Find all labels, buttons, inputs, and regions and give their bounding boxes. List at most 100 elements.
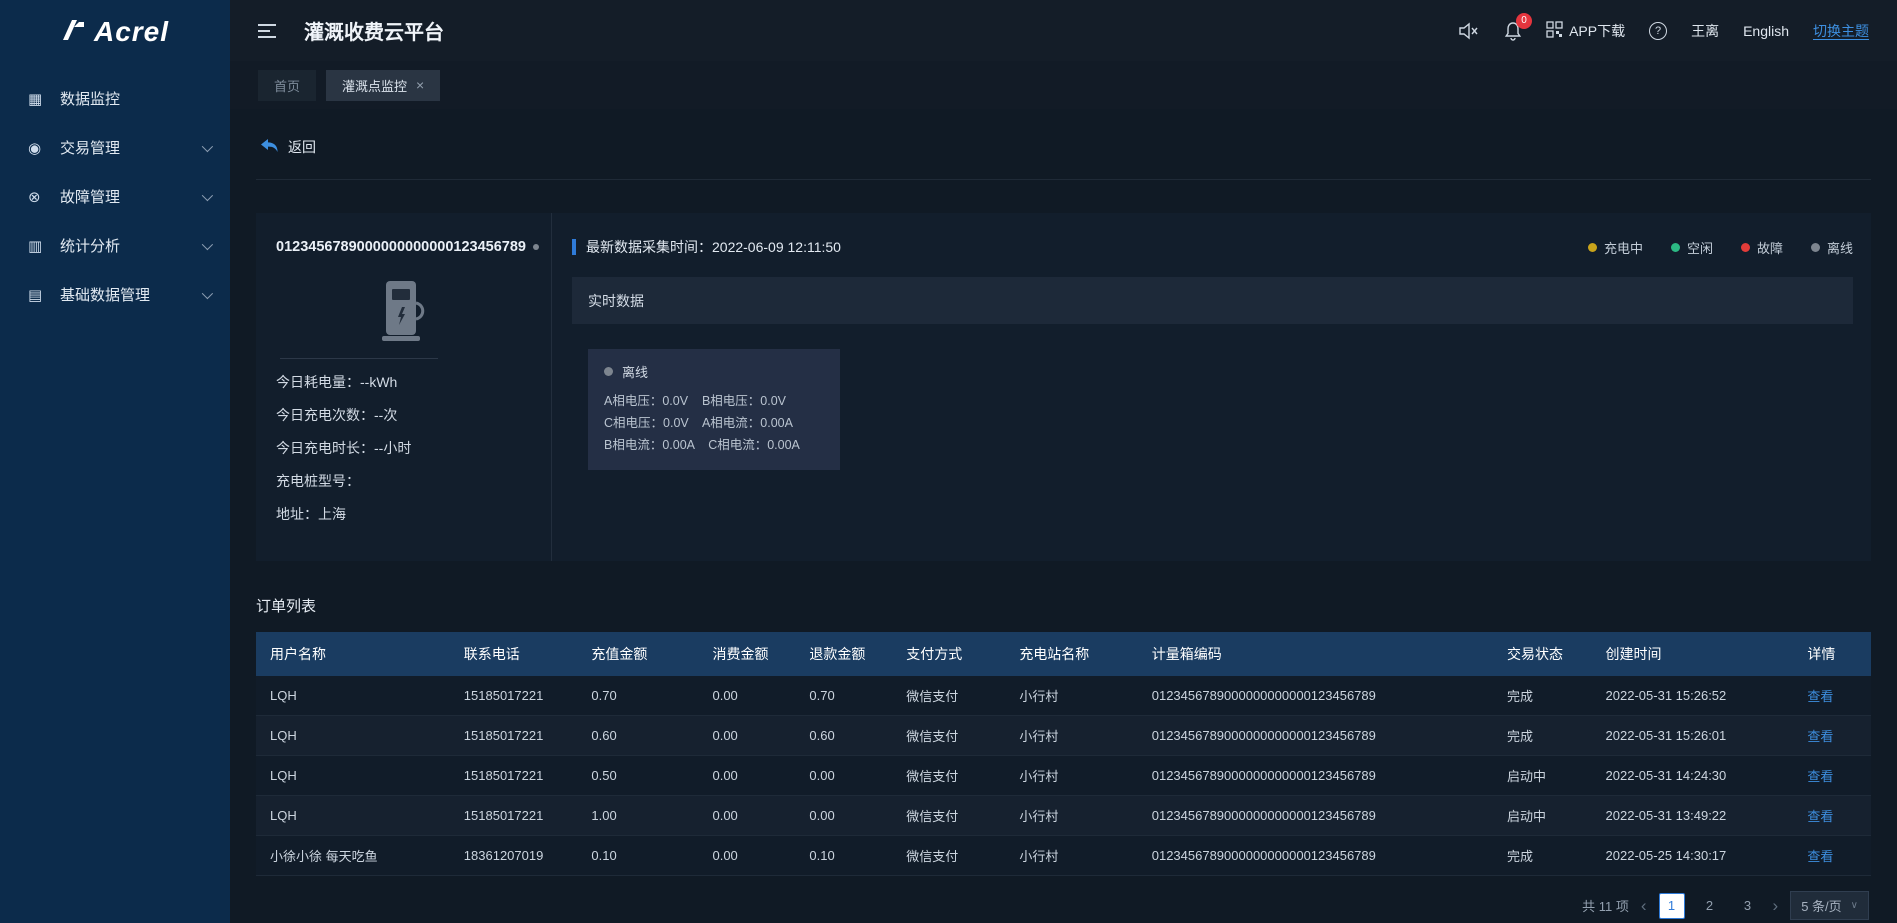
col-created: 创建时间: [1592, 632, 1794, 676]
legend-item: 充电中: [1588, 238, 1643, 257]
close-tab-icon[interactable]: ×: [416, 77, 424, 93]
tab-irrigation-monitor-label: 灌溉点监控: [342, 76, 407, 95]
device-stat-line: 今日耗电量：--kWh: [276, 373, 531, 392]
sidebar-menu-item[interactable]: ▥ 统计分析: [0, 221, 230, 270]
cell-pay: 微信支付: [892, 756, 1005, 796]
page-button-2[interactable]: 2: [1697, 893, 1723, 919]
orders-section: 订单列表 用户名称 联系电话 充值金额 消费金额 退款金额: [256, 595, 1871, 920]
chevron-down-icon: [202, 238, 213, 249]
back-row: 返回: [256, 109, 1871, 180]
tab-irrigation-monitor[interactable]: 灌溉点监控 ×: [326, 70, 440, 101]
back-arrow-icon: [260, 138, 279, 157]
username[interactable]: 王离: [1691, 21, 1719, 41]
cell-station: 小行村: [1005, 796, 1137, 836]
sidebar-menu-item[interactable]: ⊗ 故障管理: [0, 172, 230, 221]
cell-pay: 微信支付: [892, 716, 1005, 756]
menu-item-label: 数据监控: [60, 88, 202, 109]
cell-phone: 15185017221: [450, 756, 578, 796]
qr-code-icon: [1546, 21, 1563, 41]
language-switch[interactable]: English: [1743, 23, 1789, 39]
legend-label: 空闲: [1687, 238, 1713, 257]
cell-status: 完成: [1493, 836, 1592, 876]
realtime-section-title: 实时数据: [572, 277, 1853, 324]
cell-consume: 0.00: [698, 756, 795, 796]
menu-item-icon: ▥: [28, 237, 48, 255]
legend-item: 故障: [1741, 238, 1783, 257]
menu-item-label: 交易管理: [60, 137, 202, 158]
cell-box: 0123456789000000000000123456789: [1138, 796, 1493, 836]
realtime-panel: 最新数据采集时间：2022-06-09 12:11:50 充电中: [552, 213, 1871, 561]
sidebar-menu-item[interactable]: ▤ 基础数据管理: [0, 270, 230, 319]
menu-item-label: 故障管理: [60, 186, 202, 207]
app-download-button[interactable]: APP下载: [1546, 21, 1625, 41]
view-detail-link[interactable]: 查看: [1807, 769, 1833, 784]
sidebar-menu-item[interactable]: ▦ 数据监控: [0, 74, 230, 123]
table-row: LQH 15185017221 1.00 0.00 0.00 微信支付 小行村 …: [256, 796, 1871, 836]
page-size-select[interactable]: 5 条/页 ∨: [1790, 891, 1869, 920]
back-label: 返回: [288, 137, 316, 157]
cell-created: 2022-05-31 13:49:22: [1592, 796, 1794, 836]
sidebar-menu-item[interactable]: ◉ 交易管理: [0, 123, 230, 172]
col-phone: 联系电话: [450, 632, 578, 676]
cell-detail: 查看: [1793, 836, 1871, 876]
menu-item-label: 基础数据管理: [60, 284, 202, 305]
cell-refund: 0.10: [795, 836, 892, 876]
menu-item-icon: ◉: [28, 139, 48, 157]
sidebar-menu: ▦ 数据监控 ◉ 交易管理 ⊗ 故障管理 ▥: [0, 74, 230, 319]
cell-status: 完成: [1493, 676, 1592, 716]
cell-user: LQH: [256, 716, 450, 756]
table-row: LQH 15185017221 0.60 0.00 0.60 微信支付 小行村 …: [256, 716, 1871, 756]
cell-pay: 微信支付: [892, 676, 1005, 716]
cell-box: 0123456789000000000000123456789: [1138, 756, 1493, 796]
menu-item-icon: ▤: [28, 286, 48, 304]
offline-status-label: 离线: [622, 362, 648, 381]
tab-bar: 首页 灌溉点监控 ×: [230, 61, 1897, 109]
cell-status: 启动中: [1493, 756, 1592, 796]
sidebar: Acrel ▦ 数据监控 ◉ 交易管理 ⊗ 故障管理: [0, 0, 230, 923]
prev-page-icon[interactable]: ‹: [1641, 897, 1647, 914]
cell-pay: 微信支付: [892, 836, 1005, 876]
cell-station: 小行村: [1005, 756, 1137, 796]
help-icon[interactable]: ?: [1649, 22, 1667, 40]
mute-icon[interactable]: [1459, 22, 1480, 40]
view-detail-link[interactable]: 查看: [1807, 729, 1833, 744]
notification-badge: 0: [1516, 13, 1532, 29]
cell-consume: 0.00: [698, 836, 795, 876]
cell-box: 0123456789000000000000123456789: [1138, 676, 1493, 716]
cell-refund: 0.00: [795, 796, 892, 836]
cell-consume: 0.00: [698, 796, 795, 836]
collapse-menu-icon[interactable]: [258, 22, 278, 40]
phase-data-line: B相电流：0.00A C相电流：0.00A: [604, 434, 824, 456]
status-legend: 充电中 空闲 故障: [1588, 238, 1853, 257]
col-box: 计量箱编码: [1138, 632, 1493, 676]
cell-consume: 0.00: [698, 676, 795, 716]
chevron-down-icon: [202, 287, 213, 298]
back-button[interactable]: 返回: [260, 137, 316, 157]
pagination: 共 11 项 ‹ 1 2 3 › 5 条/页 ∨: [258, 891, 1869, 920]
chevron-down-icon: [202, 140, 213, 151]
view-detail-link[interactable]: 查看: [1807, 849, 1833, 864]
switch-theme-link[interactable]: 切换主题: [1813, 21, 1869, 41]
cell-recharge: 0.70: [577, 676, 698, 716]
view-detail-link[interactable]: 查看: [1807, 809, 1833, 824]
device-panel-wrap: 0123456789000000000000123456789: [256, 213, 1871, 561]
legend-label: 离线: [1827, 238, 1853, 257]
tab-home[interactable]: 首页: [258, 70, 316, 101]
pagination-total: 共 11 项: [1582, 896, 1629, 915]
cell-pay: 微信支付: [892, 796, 1005, 836]
page-button-3[interactable]: 3: [1735, 893, 1761, 919]
page-button-1[interactable]: 1: [1659, 893, 1685, 919]
col-pay: 支付方式: [892, 632, 1005, 676]
view-detail-link[interactable]: 查看: [1807, 689, 1833, 704]
notification-bell-icon[interactable]: 0: [1504, 21, 1522, 41]
col-user: 用户名称: [256, 632, 450, 676]
cell-user: 小徐小徐 每天吃鱼: [256, 836, 450, 876]
cell-box: 0123456789000000000000123456789: [1138, 716, 1493, 756]
col-refund: 退款金额: [795, 632, 892, 676]
cell-detail: 查看: [1793, 756, 1871, 796]
cell-consume: 0.00: [698, 716, 795, 756]
device-stat-line: 充电桩型号：: [276, 472, 531, 491]
cell-created: 2022-05-31 14:24:30: [1592, 756, 1794, 796]
next-page-icon[interactable]: ›: [1773, 897, 1779, 914]
legend-label: 充电中: [1604, 238, 1643, 257]
